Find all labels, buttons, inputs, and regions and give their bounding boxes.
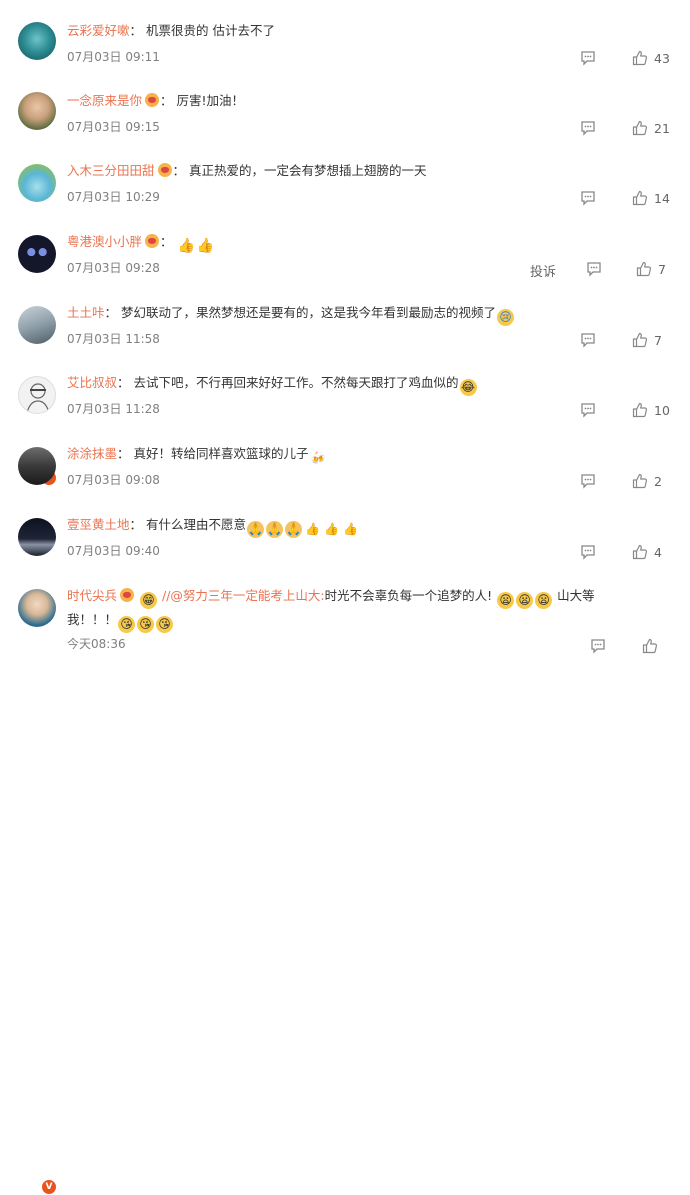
comment-text: 壹巠黄土地： 有什么理由不愿意 🙏 🙏 🙏 👍 👍 👍 — [67, 517, 358, 538]
comment-time: 07月03日 11:28 — [67, 402, 160, 416]
fan-badge-icon — [145, 234, 160, 248]
thumbs-up-icon[interactable] — [636, 261, 652, 277]
sketch-figure-icon — [26, 383, 50, 413]
thumbs-up-emoji-icon: 👍 — [324, 522, 339, 536]
comment-author[interactable]: 时代尖兵 — [67, 588, 117, 603]
avatar[interactable] — [18, 235, 56, 273]
blush-emoji-icon: 😘 — [137, 616, 155, 633]
pray-emoji-icon: 🙏 — [266, 521, 284, 538]
pray-emoji-icon: 🙏 — [285, 521, 303, 538]
pray-emoji-icon: 🙏 — [247, 521, 265, 538]
comment-author[interactable]: 壹巠黄土地 — [67, 517, 130, 532]
like-count: 14 — [654, 191, 670, 206]
avatar[interactable] — [18, 589, 56, 627]
thumbs-up-emoji-icon: 👍 — [177, 238, 195, 254]
thumbs-up-icon[interactable] — [632, 473, 648, 489]
like-count: 7 — [654, 333, 662, 348]
thumbs-up-icon[interactable] — [632, 332, 648, 348]
grin-emoji-icon: 😁 — [140, 592, 157, 609]
thumbs-up-emoji-icon: 👍 — [196, 238, 214, 254]
comment-time: 07月03日 09:11 — [67, 50, 160, 64]
thumbs-up-icon[interactable] — [632, 120, 648, 136]
reply-icon[interactable] — [580, 473, 596, 489]
fan-badge-icon — [157, 163, 172, 177]
crying-emoji-icon: 😢 — [497, 309, 515, 326]
reply-icon[interactable] — [580, 190, 596, 206]
reply-icon[interactable] — [580, 402, 596, 418]
reply-icon[interactable] — [580, 50, 596, 66]
avatar[interactable] — [18, 518, 56, 556]
comment-author[interactable]: 云彩爱好嗽 — [67, 23, 130, 38]
cheers-emoji-icon: 🍻 — [310, 451, 326, 465]
comment-text: 土土咔： 梦幻联动了，果然梦想还是要有的，这是我今年看到最励志的视频了 😢 — [67, 302, 670, 326]
comment-author[interactable]: 涂涂抹墨 — [67, 446, 117, 461]
comment-body: 去试下吧，不行再回来好好工作。不然每天跟打了鸡血似的 — [133, 375, 459, 390]
reply-icon[interactable] — [580, 332, 596, 348]
mention-link[interactable]: //@努力三年一定能考上山大: — [162, 588, 325, 603]
reply-icon[interactable] — [590, 638, 606, 654]
like-count: 43 — [654, 51, 670, 66]
comment-text: 云彩爱好嗽： 机票很贵的 估计去不了 — [67, 23, 275, 38]
reply-icon[interactable] — [580, 120, 596, 136]
comment-body: 真正热爱的，一定会有梦想插上翅膀的一天 — [189, 163, 427, 178]
comment-text: 一念原来是你： 厉害!加油！ — [67, 93, 245, 108]
comment-time: 07月03日 10:29 — [67, 190, 160, 204]
thumbs-up-icon[interactable] — [632, 190, 648, 206]
comment-body: 时光不会辜负每一个追梦的人! — [324, 588, 493, 603]
blush-emoji-icon: 😘 — [156, 616, 174, 633]
comment-body: 厉害!加油！ — [176, 93, 245, 108]
comment-body: 有什么理由不愿意 — [146, 517, 247, 532]
comment-text: 艾比叔叔： 去试下吧，不行再回来好好工作。不然每天跟打了鸡血似的 😂 — [67, 375, 477, 396]
comment-author[interactable]: 一念原来是你 — [67, 93, 142, 108]
comment-text: 涂涂抹墨： 真好！转给同样喜欢篮球的儿子 🍻 — [67, 446, 326, 465]
comment-body: 机票很贵的 估计去不了 — [146, 23, 275, 38]
like-count: 7 — [658, 262, 666, 277]
comment-author[interactable]: 粤港澳小小胖 — [67, 234, 142, 249]
avatar[interactable] — [18, 164, 56, 202]
thumbs-up-icon[interactable] — [642, 638, 658, 654]
comment-body: 梦幻联动了，果然梦想还是要有的，这是我今年看到最励志的视频了 — [121, 305, 497, 320]
comment-time: 07月03日 11:58 — [67, 332, 160, 346]
verified-badge-icon: V — [41, 1179, 57, 1195]
avatar[interactable] — [18, 376, 56, 414]
avatar[interactable] — [18, 92, 56, 130]
comment-body-line2: 我！！！ — [67, 612, 118, 627]
fan-badge-icon — [120, 588, 135, 602]
comment-text: 入木三分田田甜： 真正热爱的，一定会有梦想插上翅膀的一天 — [67, 163, 427, 178]
thumbs-up-emoji-icon: 👍 — [305, 522, 320, 536]
avatar[interactable] — [18, 447, 56, 485]
avatar[interactable] — [18, 22, 56, 60]
comment-body-tail: 山大等 — [557, 588, 595, 603]
reply-icon[interactable] — [586, 261, 602, 277]
comment-author[interactable]: 艾比叔叔 — [67, 375, 117, 390]
comment-time: 今天08:36 — [67, 637, 126, 651]
fan-badge-icon — [145, 93, 160, 107]
thumbs-up-emoji-icon: 👍 — [343, 522, 358, 536]
sad-emoji-icon: 😦 — [535, 592, 553, 609]
thumbs-up-icon[interactable] — [632, 50, 648, 66]
report-button[interactable]: 投诉 — [530, 261, 556, 280]
comment-author[interactable]: 土土咔 — [67, 305, 105, 320]
comment-time: 07月03日 09:15 — [67, 120, 160, 134]
like-count: 10 — [654, 403, 670, 418]
comment-author[interactable]: 入木三分田田甜 — [67, 163, 155, 178]
like-count: 4 — [654, 545, 662, 560]
avatar[interactable] — [18, 306, 56, 344]
sad-emoji-icon: 😦 — [497, 592, 515, 609]
like-count: 2 — [654, 474, 662, 489]
blush-emoji-icon: 😘 — [118, 616, 136, 633]
like-count: 21 — [654, 121, 670, 136]
thumbs-up-icon[interactable] — [632, 544, 648, 560]
thumbs-up-icon[interactable] — [632, 402, 648, 418]
comment-body: 真好！转给同样喜欢篮球的儿子 — [133, 446, 309, 461]
comment-time: 07月03日 09:28 — [67, 261, 160, 275]
comment-time: 07月03日 09:08 — [67, 473, 160, 487]
laughing-emoji-icon: 😂 — [459, 379, 477, 396]
sad-emoji-icon: 😦 — [516, 592, 534, 609]
comment-text: 粤港澳小小胖： 👍 👍 — [67, 234, 214, 254]
comment-time: 07月03日 09:40 — [67, 544, 160, 558]
comment-text: 时代尖兵 😁 //@努力三年一定能考上山大:时光不会辜负每一个追梦的人! 😦 😦 😦… — [67, 585, 667, 633]
reply-icon[interactable] — [580, 544, 596, 560]
